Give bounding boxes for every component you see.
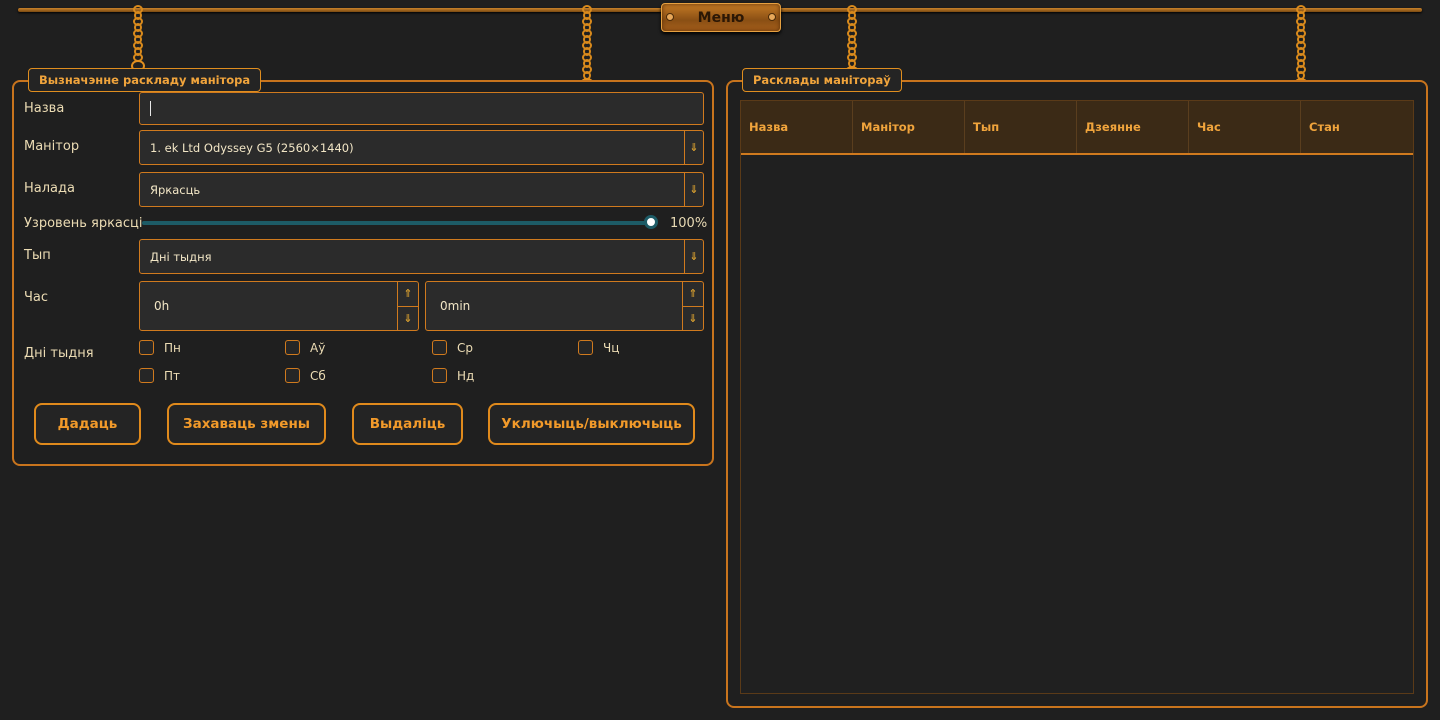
brightness-label: Узровень яркасці: [24, 216, 143, 231]
type-value: Дні тыдня: [150, 249, 212, 264]
setting-value: Яркасць: [150, 182, 201, 197]
day-label: Чц: [603, 340, 620, 355]
day-checkbox-thu[interactable]: Чц: [578, 340, 619, 355]
panel-title: Расклады манітораў: [742, 68, 902, 92]
checkbox[interactable]: [285, 340, 300, 355]
day-checkbox-sun[interactable]: Нд: [432, 368, 474, 383]
text-caret: [150, 101, 151, 116]
days-label: Дні тыдня: [24, 346, 94, 361]
rivet-icon: [768, 13, 776, 21]
monitor-select[interactable]: 1. ek Ltd Odyssey G5 (2560×1440) ⇓: [139, 130, 704, 165]
column-header-name[interactable]: Назва: [741, 101, 853, 153]
delete-button[interactable]: Выдаліць: [352, 403, 463, 445]
day-label: Пт: [164, 368, 181, 383]
column-header-action[interactable]: Дзеянне: [1077, 101, 1189, 153]
hours-spinbox[interactable]: 0h ⇑ ⇓: [139, 281, 419, 331]
rivet-icon: [666, 13, 674, 21]
monitor-value: 1. ek Ltd Odyssey G5 (2560×1440): [150, 140, 354, 155]
panel-title: Вызначэнне раскладу манітора: [28, 68, 262, 92]
save-button[interactable]: Захаваць змены: [167, 403, 326, 445]
checkbox[interactable]: [432, 340, 447, 355]
checkbox[interactable]: [139, 368, 154, 383]
brightness-slider-thumb[interactable]: [644, 215, 658, 229]
chain-decoration: [131, 5, 145, 72]
spin-down-icon[interactable]: ⇓: [683, 307, 703, 331]
type-select[interactable]: Дні тыдня ⇓: [139, 239, 704, 274]
brightness-value: 100%: [670, 216, 708, 231]
day-checkbox-mon[interactable]: Пн: [139, 340, 181, 355]
minutes-value: 0min: [440, 299, 471, 313]
spin-down-icon[interactable]: ⇓: [398, 307, 418, 331]
schedules-panel: Расклады манітораў Назва Манітор Тып Дзе…: [726, 68, 1428, 708]
day-label: Ср: [457, 340, 473, 355]
spin-up-icon[interactable]: ⇑: [398, 282, 418, 307]
name-input[interactable]: [139, 92, 704, 125]
day-checkbox-sat[interactable]: Сб: [285, 368, 326, 383]
checkbox[interactable]: [139, 340, 154, 355]
dropdown-arrow-icon[interactable]: ⇓: [684, 173, 703, 206]
checkbox[interactable]: [578, 340, 593, 355]
column-header-type[interactable]: Тып: [965, 101, 1077, 153]
column-header-monitor[interactable]: Манітор: [853, 101, 965, 153]
column-header-time[interactable]: Час: [1189, 101, 1301, 153]
chain-decoration: [580, 5, 594, 90]
day-checkbox-fri[interactable]: Пт: [139, 368, 180, 383]
brightness-slider[interactable]: [142, 221, 652, 225]
dropdown-arrow-icon[interactable]: ⇓: [684, 131, 703, 164]
time-label: Час: [24, 290, 49, 305]
menu-button-label: Меню: [697, 9, 745, 26]
menu-button[interactable]: Меню: [661, 3, 781, 32]
table-header: Назва Манітор Тып Дзеянне Час Стан: [741, 101, 1413, 155]
spin-up-icon[interactable]: ⇑: [683, 282, 703, 307]
dropdown-arrow-icon[interactable]: ⇓: [684, 240, 703, 273]
setting-select[interactable]: Яркасць ⇓: [139, 172, 704, 207]
day-label: Сб: [310, 368, 326, 383]
setting-label: Налада: [24, 181, 75, 196]
minutes-spinbox[interactable]: 0min ⇑ ⇓: [425, 281, 704, 331]
type-label: Тып: [24, 248, 51, 263]
monitor-label: Манітор: [24, 139, 80, 154]
chain-decoration: [1294, 5, 1308, 90]
day-checkbox-wed[interactable]: Ср: [432, 340, 473, 355]
name-label: Назва: [24, 101, 65, 116]
day-label: Нд: [457, 368, 475, 383]
day-label: Пн: [164, 340, 181, 355]
toggle-button[interactable]: Уключыць/выключыць: [488, 403, 695, 445]
hours-value: 0h: [154, 299, 170, 313]
column-header-status[interactable]: Стан: [1301, 101, 1413, 153]
schedule-editor-panel: Вызначэнне раскладу манітора Назва Маніт…: [12, 68, 714, 466]
schedules-table: Назва Манітор Тып Дзеянне Час Стан: [740, 100, 1414, 694]
checkbox[interactable]: [432, 368, 447, 383]
checkbox[interactable]: [285, 368, 300, 383]
day-label: Аў: [310, 340, 326, 355]
day-checkbox-tue[interactable]: Аў: [285, 340, 325, 355]
add-button[interactable]: Дадаць: [34, 403, 141, 445]
